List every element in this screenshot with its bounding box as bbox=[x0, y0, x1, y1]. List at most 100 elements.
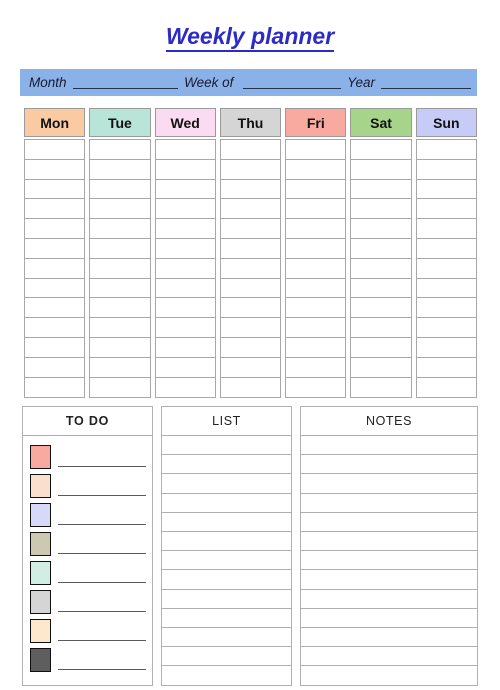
todo-checkbox[interactable] bbox=[30, 561, 51, 585]
day-slot[interactable] bbox=[90, 338, 150, 358]
day-slot[interactable] bbox=[351, 160, 411, 180]
todo-write-line[interactable] bbox=[58, 521, 146, 525]
todo-checkbox[interactable] bbox=[30, 532, 51, 556]
list-row[interactable] bbox=[162, 474, 291, 494]
day-slot[interactable] bbox=[351, 180, 411, 200]
day-slot[interactable] bbox=[220, 180, 281, 200]
day-slot[interactable] bbox=[155, 358, 215, 378]
day-slot[interactable] bbox=[90, 279, 150, 299]
day-slot[interactable] bbox=[220, 219, 281, 239]
day-slot[interactable] bbox=[286, 239, 346, 259]
day-slot[interactable] bbox=[155, 199, 215, 220]
day-slot[interactable] bbox=[286, 140, 346, 160]
day-slot[interactable] bbox=[25, 259, 85, 279]
day-slot[interactable] bbox=[351, 378, 410, 398]
todo-checkbox[interactable] bbox=[30, 474, 51, 498]
notes-row[interactable] bbox=[301, 513, 477, 532]
day-slot[interactable] bbox=[286, 378, 345, 398]
list-row[interactable] bbox=[162, 513, 291, 532]
notes-row[interactable] bbox=[301, 494, 477, 513]
todo-write-line[interactable] bbox=[58, 579, 146, 583]
day-slot[interactable] bbox=[155, 180, 215, 200]
day-slot[interactable] bbox=[25, 180, 85, 200]
day-slot[interactable] bbox=[416, 259, 476, 279]
todo-checkbox[interactable] bbox=[30, 648, 51, 672]
notes-row[interactable] bbox=[301, 551, 477, 571]
day-slot[interactable] bbox=[220, 298, 281, 319]
day-slot[interactable] bbox=[416, 279, 476, 299]
list-row[interactable] bbox=[162, 666, 291, 685]
day-slot[interactable] bbox=[25, 358, 85, 378]
notes-row[interactable] bbox=[301, 590, 477, 609]
day-slot[interactable] bbox=[90, 318, 150, 338]
notes-row[interactable] bbox=[301, 570, 477, 590]
day-slot[interactable] bbox=[286, 279, 346, 299]
day-slot[interactable] bbox=[351, 358, 411, 378]
day-slot[interactable] bbox=[416, 358, 476, 378]
day-slot[interactable] bbox=[416, 160, 476, 180]
day-slot[interactable] bbox=[90, 140, 150, 160]
day-slot[interactable] bbox=[25, 219, 85, 239]
day-slot[interactable] bbox=[351, 140, 411, 160]
list-row[interactable] bbox=[162, 590, 291, 609]
day-slot[interactable] bbox=[25, 239, 85, 259]
day-slot[interactable] bbox=[351, 239, 411, 259]
notes-row[interactable] bbox=[301, 628, 477, 648]
day-slot[interactable] bbox=[220, 199, 281, 220]
day-slot[interactable] bbox=[90, 298, 150, 319]
month-input-line[interactable] bbox=[72, 77, 179, 89]
day-slot[interactable] bbox=[25, 140, 85, 160]
todo-write-line[interactable] bbox=[58, 550, 146, 554]
todo-write-line[interactable] bbox=[58, 666, 146, 670]
notes-row[interactable] bbox=[301, 474, 477, 494]
day-slot[interactable] bbox=[220, 239, 281, 259]
todo-checkbox[interactable] bbox=[30, 619, 51, 643]
day-slot[interactable] bbox=[221, 378, 280, 398]
list-row[interactable] bbox=[162, 532, 291, 552]
notes-row[interactable] bbox=[301, 436, 477, 456]
day-slot[interactable] bbox=[351, 259, 411, 279]
list-row[interactable] bbox=[162, 647, 291, 667]
day-slot[interactable] bbox=[90, 259, 150, 279]
day-slot[interactable] bbox=[25, 160, 85, 180]
day-slot[interactable] bbox=[155, 279, 215, 299]
todo-checkbox[interactable] bbox=[30, 590, 51, 614]
day-slot[interactable] bbox=[286, 338, 346, 358]
day-slot[interactable] bbox=[286, 199, 346, 220]
day-slot[interactable] bbox=[25, 279, 85, 299]
week-of-input-line[interactable] bbox=[243, 77, 342, 89]
year-input-line[interactable] bbox=[381, 77, 471, 89]
day-slot[interactable] bbox=[25, 298, 85, 319]
list-row[interactable] bbox=[162, 628, 291, 648]
day-slot[interactable] bbox=[416, 199, 476, 220]
notes-row[interactable] bbox=[301, 647, 477, 667]
day-slot[interactable] bbox=[351, 219, 411, 239]
day-slot[interactable] bbox=[25, 199, 85, 220]
day-slot[interactable] bbox=[416, 318, 476, 338]
day-slot[interactable] bbox=[286, 180, 346, 200]
day-slot[interactable] bbox=[286, 219, 346, 239]
day-slot[interactable] bbox=[25, 338, 85, 358]
day-slot[interactable] bbox=[351, 318, 411, 338]
day-slot[interactable] bbox=[156, 378, 215, 398]
day-slot[interactable] bbox=[90, 358, 150, 378]
day-slot[interactable] bbox=[220, 318, 281, 338]
day-slot[interactable] bbox=[25, 318, 85, 338]
day-slot[interactable] bbox=[286, 160, 346, 180]
list-row[interactable] bbox=[162, 436, 291, 456]
day-slot[interactable] bbox=[220, 338, 281, 358]
day-slot[interactable] bbox=[220, 140, 281, 160]
todo-write-line[interactable] bbox=[58, 492, 146, 496]
day-slot[interactable] bbox=[220, 279, 281, 299]
day-slot[interactable] bbox=[351, 298, 411, 319]
day-slot[interactable] bbox=[416, 140, 476, 160]
day-slot[interactable] bbox=[155, 140, 215, 160]
notes-row[interactable] bbox=[301, 666, 477, 685]
notes-row[interactable] bbox=[301, 455, 477, 475]
list-row[interactable] bbox=[162, 494, 291, 513]
day-slot[interactable] bbox=[155, 160, 215, 180]
day-slot[interactable] bbox=[155, 219, 215, 239]
todo-checkbox[interactable] bbox=[30, 445, 51, 469]
day-slot[interactable] bbox=[351, 199, 411, 220]
day-slot[interactable] bbox=[90, 180, 150, 200]
